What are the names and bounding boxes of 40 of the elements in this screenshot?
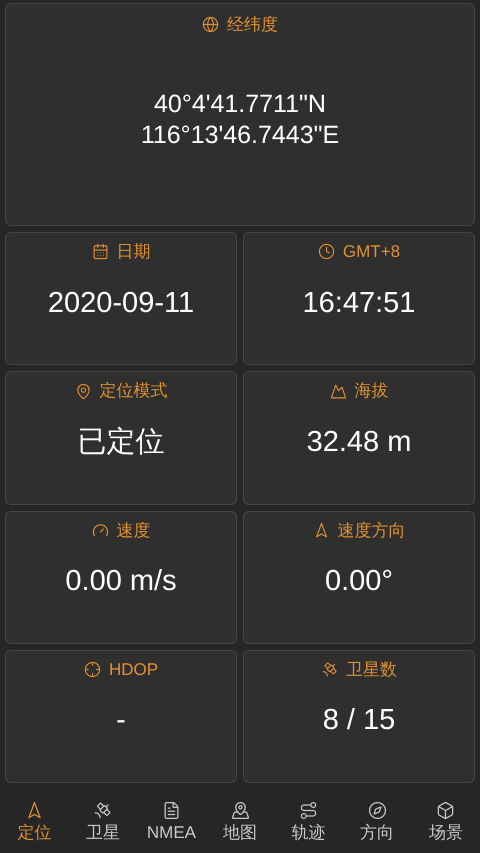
card-value: 8 / 15	[322, 703, 396, 738]
satellite-icon	[93, 800, 112, 820]
gauge-icon	[92, 522, 108, 539]
clock-icon	[318, 243, 335, 260]
card-title: 经纬度	[227, 14, 278, 36]
card-title: GMT+8	[342, 241, 400, 263]
compass-icon	[368, 800, 387, 820]
map-pin-icon	[230, 800, 250, 820]
document-icon	[162, 800, 181, 820]
card-title: 速度	[116, 520, 150, 542]
crosshair-icon	[84, 661, 101, 678]
nav-tab[interactable]: 方向	[342, 791, 412, 853]
card-value: 16:47:51	[302, 286, 416, 321]
card-value: 2020-09-11	[48, 286, 194, 321]
location-pin-icon	[74, 382, 92, 400]
cube-icon	[436, 800, 456, 820]
nav-tab[interactable]: 地图	[206, 791, 274, 853]
card-title: 定位模式	[100, 380, 168, 402]
satellite-icon	[321, 661, 338, 678]
calendar-icon	[92, 243, 108, 260]
card-value: -	[116, 703, 126, 738]
card-value: 已定位	[78, 424, 164, 460]
longitude-value: 116°13'46.7443"E	[140, 120, 340, 152]
card-title: 速度方向	[338, 520, 406, 542]
card-title: 日期	[116, 241, 150, 263]
nav-tab[interactable]: NMEA	[137, 791, 206, 853]
nav-tab[interactable]: 场景	[411, 791, 480, 853]
card-value: 0.00°	[324, 564, 394, 600]
card-title: HDOP	[108, 658, 158, 681]
nav-tab[interactable]: 定位	[0, 791, 69, 853]
mountain-icon	[330, 382, 346, 400]
nav-tab[interactable]: 轨迹	[274, 791, 343, 853]
card-value: 32.48 m	[306, 424, 412, 460]
globe-icon	[202, 16, 219, 34]
card-value: 0.00 m/s	[65, 564, 177, 600]
latitude-value: 40°4'41.7711"N	[154, 89, 326, 120]
route-icon	[299, 800, 318, 820]
card-title: 海拔	[354, 380, 388, 402]
card-title: 卫星数	[346, 658, 397, 681]
nav-tab[interactable]: 卫星	[68, 791, 138, 853]
